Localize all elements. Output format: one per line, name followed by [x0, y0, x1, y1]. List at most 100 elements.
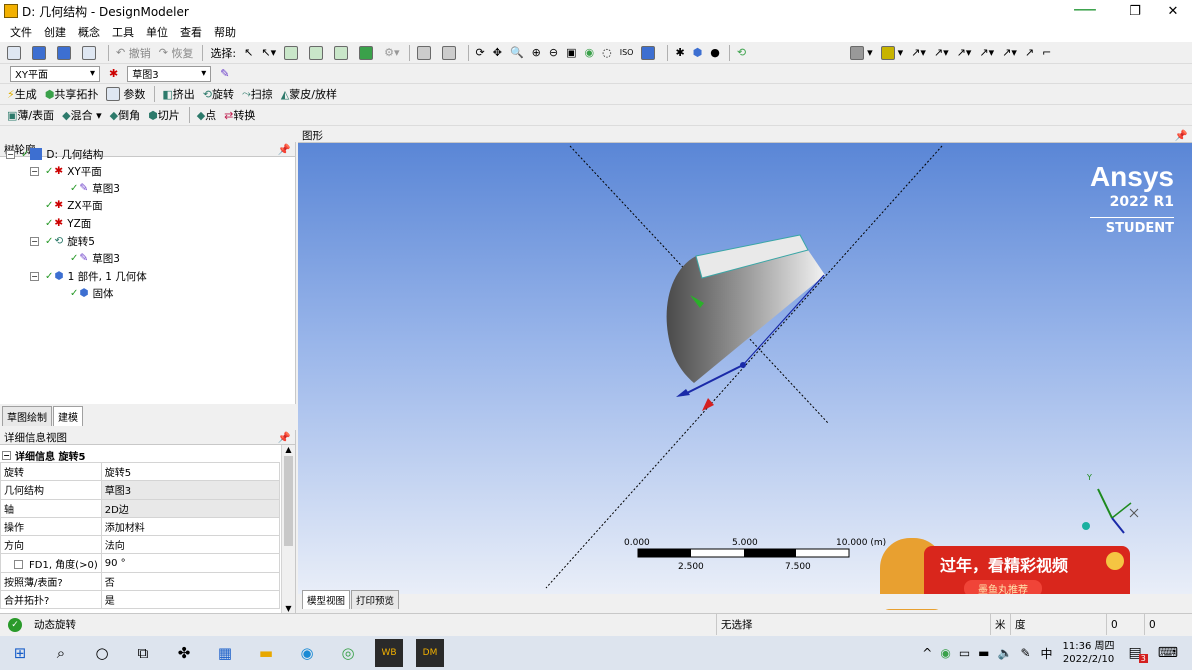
app-icon-pinwheel[interactable]: ✤: [170, 639, 198, 667]
select-pointer-button[interactable]: ↖: [241, 44, 256, 62]
menu-create[interactable]: 创建: [38, 24, 72, 40]
tab-model-view[interactable]: 模型视图: [302, 590, 351, 609]
tray-battery-icon[interactable]: ▬: [978, 646, 989, 660]
pin-icon[interactable]: 📌: [1175, 129, 1188, 142]
zoom-in-button[interactable]: ⊕: [529, 44, 544, 62]
workbench-icon[interactable]: WB: [375, 639, 403, 667]
tree-node-root[interactable]: − ✓ D: 几何结构: [6, 146, 103, 162]
menu-concept[interactable]: 概念: [72, 24, 106, 40]
tree-node-xy-plane[interactable]: − ✓ ✱ XY平面: [30, 163, 102, 179]
magnifier-button[interactable]: ◌: [599, 44, 615, 62]
slice-button[interactable]: ⬢ 切片: [145, 106, 183, 124]
tree-node-zx-plane[interactable]: ✓ ✱ ZX平面: [45, 197, 103, 213]
file-explorer-icon[interactable]: ▬: [252, 639, 280, 667]
collapse-icon[interactable]: −: [2, 451, 11, 460]
parameters-button[interactable]: 参数: [103, 85, 148, 103]
generate-button[interactable]: ⚡ 生成: [4, 85, 40, 103]
edge-style-button-3[interactable]: ↗▾: [976, 44, 997, 62]
zoom-box-button[interactable]: ▣: [563, 44, 579, 62]
menu-help[interactable]: 帮助: [208, 24, 242, 40]
display-points-button[interactable]: ●: [707, 44, 723, 62]
cortana-icon[interactable]: ○: [88, 639, 116, 667]
collapse-icon[interactable]: −: [30, 271, 39, 281]
tree-node-revolve[interactable]: − ✓ ⟲ 旋转5: [30, 233, 95, 249]
details-row[interactable]: 操作 添加材料: [0, 516, 281, 537]
menu-tools[interactable]: 工具: [106, 24, 140, 40]
store-icon[interactable]: ▦: [211, 639, 239, 667]
restore-button[interactable]: ❐: [1116, 0, 1154, 22]
select-edge-button[interactable]: [306, 44, 329, 62]
new-sketch-button[interactable]: ✎: [217, 65, 232, 83]
edge-coloring-button[interactable]: ↗▾: [908, 44, 929, 62]
extrude-button[interactable]: ◧ 挤出: [159, 85, 197, 103]
pin-button[interactable]: ↗: [1022, 44, 1037, 62]
details-value[interactable]: 草图3: [100, 480, 281, 500]
scroll-down-icon[interactable]: ▼: [282, 604, 295, 613]
edge-style-button-4[interactable]: ↗▾: [999, 44, 1020, 62]
tree-node-sketch[interactable]: ✓ ✎ 草图3: [70, 180, 120, 196]
edge-style-button-2[interactable]: ↗▾: [954, 44, 975, 62]
details-value[interactable]: 旋转5: [100, 461, 281, 482]
select-mode-button[interactable]: ↖▾: [258, 44, 279, 62]
details-row[interactable]: FD1, 角度(>0) 90 °: [0, 553, 281, 573]
3d-viewport[interactable]: Ansys 2022 R1 STUDENT 0.000 5.000 10.000…: [298, 143, 1192, 610]
details-row[interactable]: 方向 法向: [0, 535, 281, 555]
close-button[interactable]: ✕: [1154, 0, 1192, 22]
details-row[interactable]: 几何结构 草图3: [0, 480, 281, 500]
tray-pen-icon[interactable]: ✎: [1020, 646, 1030, 660]
details-value[interactable]: 添加材料: [100, 516, 281, 537]
designmodeler-icon[interactable]: DM: [416, 639, 444, 667]
pin-icon[interactable]: 📌: [278, 143, 291, 156]
details-section-header[interactable]: − 详细信息 旋转5: [2, 448, 85, 463]
screenshot-button[interactable]: [79, 44, 102, 62]
share-topology-button[interactable]: ⬢ 共享拓扑: [42, 85, 102, 103]
details-value[interactable]: 法向: [100, 535, 281, 555]
sketch-select[interactable]: 草图3 ▾: [127, 65, 212, 82]
pin-icon[interactable]: 📌: [278, 431, 291, 444]
iso-view-button[interactable]: ISO: [617, 44, 637, 62]
tray-chevron-icon[interactable]: ^: [922, 646, 932, 660]
details-value[interactable]: 否: [100, 571, 281, 592]
convert-button[interactable]: ⇄ 转换: [221, 106, 258, 124]
tree-node-solid[interactable]: ✓ ⬢ 固体: [70, 285, 114, 301]
tray-app-icon[interactable]: ◉: [940, 646, 950, 660]
details-value[interactable]: 90 °: [100, 553, 281, 573]
tree-node-parts[interactable]: − ✓ ⬢ 1 部件, 1 几何体: [30, 268, 147, 284]
parameter-checkbox[interactable]: [14, 560, 23, 570]
look-at-button[interactable]: ⟲: [734, 44, 749, 62]
save-button[interactable]: [29, 44, 52, 62]
collapse-icon[interactable]: −: [6, 149, 15, 159]
edge-style-button-1[interactable]: ↗▾: [931, 44, 952, 62]
scroll-thumb[interactable]: [284, 456, 293, 546]
point-button[interactable]: ◆ 点: [194, 106, 219, 124]
skin-loft-button[interactable]: ◭ 蒙皮/放样: [278, 85, 340, 103]
display-plane-button[interactable]: [638, 44, 661, 62]
thin-surface-button[interactable]: ▣ 薄/表面: [4, 106, 57, 124]
task-view-icon[interactable]: ⧉: [129, 639, 157, 667]
select-vertex-button[interactable]: [281, 44, 304, 62]
box-select-button[interactable]: [414, 44, 437, 62]
notification-icon[interactable]: ▤ 3: [1129, 645, 1148, 663]
collapse-icon[interactable]: −: [30, 236, 39, 246]
details-row[interactable]: 按照薄/表面? 否: [0, 571, 281, 592]
menu-view[interactable]: 查看: [174, 24, 208, 40]
menu-file[interactable]: 文件: [4, 24, 38, 40]
details-value[interactable]: 是: [100, 590, 281, 610]
rotate-button[interactable]: ⟳: [473, 44, 488, 62]
browser-icon[interactable]: ◎: [334, 639, 362, 667]
details-row[interactable]: 合并拓扑? 是: [0, 590, 281, 610]
plane-select[interactable]: XY平面 ▾: [10, 65, 100, 82]
zoom-button[interactable]: 🔍: [507, 44, 527, 62]
menu-units[interactable]: 单位: [140, 24, 174, 40]
extend-select-button[interactable]: ⚙▾: [381, 44, 402, 62]
undo-button[interactable]: ↶ 撤销: [113, 44, 154, 62]
revolved-body[interactable]: [666, 250, 825, 383]
keyboard-icon[interactable]: ⌨: [1158, 645, 1178, 661]
tab-sketching[interactable]: 草图绘制: [2, 406, 52, 426]
windows-start-icon[interactable]: ⊞: [6, 639, 34, 667]
select-body-button[interactable]: [356, 44, 379, 62]
details-row[interactable]: 轴 2D边: [0, 498, 281, 518]
frame-button[interactable]: ▾: [878, 44, 907, 62]
display-triad-button[interactable]: ✱: [672, 44, 687, 62]
edge-browser-icon[interactable]: ◉: [293, 639, 321, 667]
